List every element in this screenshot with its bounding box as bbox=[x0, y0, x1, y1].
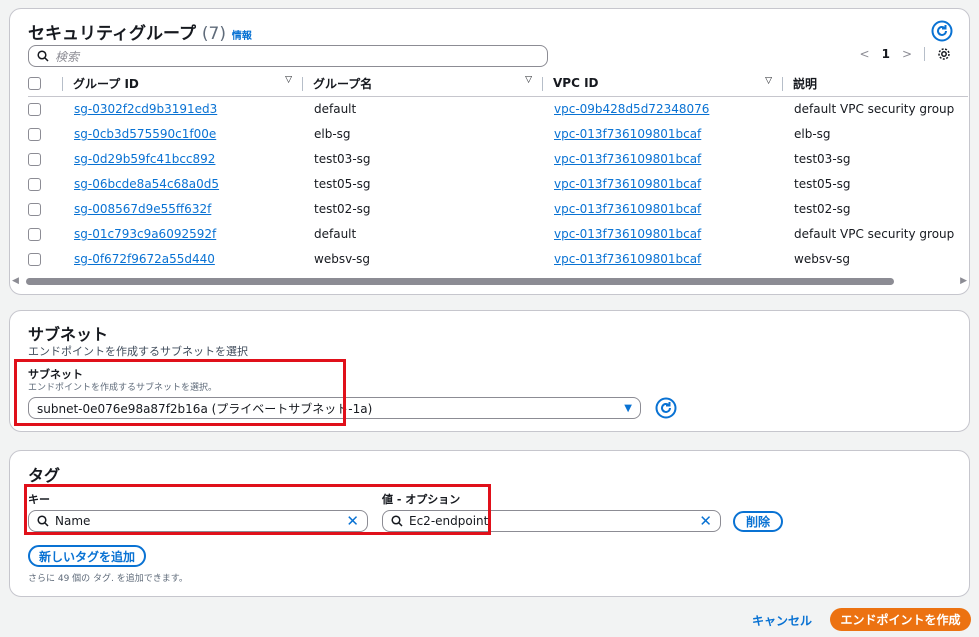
caret-down-icon: ▼ bbox=[624, 402, 632, 414]
column-label-group-name: グループ名 bbox=[313, 76, 373, 91]
group-name-cell: test02-sg bbox=[314, 201, 371, 216]
security-group-table: グループ ID ▽ グループ名 ▽ VPC ID ▽ 説明 sg-0302f2cd9b… bbox=[28, 71, 968, 271]
current-page[interactable]: 1 bbox=[882, 47, 890, 61]
divider bbox=[924, 47, 925, 61]
next-page-icon[interactable]: > bbox=[902, 47, 912, 61]
column-divider bbox=[302, 77, 303, 92]
row-checkbox[interactable] bbox=[28, 252, 41, 266]
description-cell: elb-sg bbox=[794, 126, 831, 141]
group-id-link[interactable]: sg-0cb3d575590c1f00e bbox=[74, 127, 216, 141]
vpc-id-link[interactable]: vpc-013f736109801bcaf bbox=[554, 127, 701, 141]
row-checkbox[interactable] bbox=[28, 227, 41, 241]
horizontal-scrollbar[interactable]: ◀ ▶ bbox=[12, 275, 967, 287]
sort-icon[interactable]: ▽ bbox=[765, 76, 772, 86]
group-name-cell: default bbox=[314, 226, 357, 241]
clear-icon[interactable]: ✕ bbox=[699, 512, 712, 530]
group-name-cell: websv-sg bbox=[314, 251, 371, 266]
table-row[interactable]: sg-06bcde8a54c68a0d5 test05-sg vpc-013f736… bbox=[28, 171, 968, 196]
security-group-panel: セキュリティグループ (7) 情報 検索 < 1 > グループ ID ▽ グループ… bbox=[9, 8, 970, 295]
group-name-cell: elb-sg bbox=[314, 126, 351, 141]
column-header-group-name[interactable]: グループ名 ▽ bbox=[302, 71, 542, 96]
sort-icon[interactable]: ▽ bbox=[285, 75, 292, 85]
group-name-cell: test05-sg bbox=[314, 176, 371, 191]
table-row[interactable]: sg-0f672f9672a55d440 websv-sg vpc-013f7361… bbox=[28, 246, 968, 271]
vpc-id-link[interactable]: vpc-013f736109801bcaf bbox=[554, 227, 701, 241]
group-id-link[interactable]: sg-0302f2cd9b3191ed3 bbox=[74, 102, 217, 116]
table-row[interactable]: sg-0d29b59fc41bcc892 test03-sg vpc-013f736… bbox=[28, 146, 968, 171]
sort-icon[interactable]: ▽ bbox=[525, 75, 532, 85]
group-name-cell: default bbox=[314, 101, 357, 116]
security-group-count: (7) bbox=[201, 24, 226, 44]
search-placeholder: 検索 bbox=[55, 49, 80, 64]
subnet-title: サブネット bbox=[28, 325, 109, 344]
highlight-box-tags bbox=[24, 484, 491, 535]
tag-title: タグ bbox=[28, 466, 61, 485]
row-checkbox[interactable] bbox=[28, 152, 41, 166]
info-link[interactable]: 情報 bbox=[232, 31, 252, 42]
group-id-link[interactable]: sg-008567d9e55ff632f bbox=[74, 202, 211, 216]
row-checkbox[interactable] bbox=[28, 177, 41, 191]
column-label-group-id: グループ ID bbox=[73, 76, 139, 91]
column-header-group-id[interactable]: グループ ID ▽ bbox=[62, 71, 302, 96]
group-id-link[interactable]: sg-01c793c9a6092592f bbox=[74, 227, 216, 241]
column-divider bbox=[782, 77, 783, 92]
subnet-description: エンドポイントを作成するサブネットを選択 bbox=[28, 345, 248, 358]
scrollbar-thumb[interactable] bbox=[26, 278, 894, 285]
column-label-description: 説明 bbox=[793, 76, 818, 91]
table-row[interactable]: sg-008567d9e55ff632f test02-sg vpc-013f736… bbox=[28, 196, 968, 221]
create-endpoint-button[interactable]: エンドポイントを作成 bbox=[830, 608, 971, 631]
cancel-button[interactable]: キャンセル bbox=[752, 612, 812, 629]
column-header-vpc-id[interactable]: VPC ID ▽ bbox=[542, 71, 782, 96]
subnet-refresh-button[interactable] bbox=[655, 397, 677, 419]
column-label-vpc-id: VPC ID bbox=[553, 76, 599, 90]
column-header-description[interactable]: 説明 bbox=[782, 71, 968, 96]
table-header-row: グループ ID ▽ グループ名 ▽ VPC ID ▽ 説明 bbox=[28, 71, 968, 96]
prev-page-icon[interactable]: < bbox=[860, 47, 870, 61]
refresh-icon bbox=[931, 20, 953, 42]
description-cell: default VPC security group bbox=[794, 226, 955, 241]
group-id-link[interactable]: sg-0d29b59fc41bcc892 bbox=[74, 152, 215, 166]
search-icon bbox=[37, 50, 49, 62]
description-cell: test02-sg bbox=[794, 201, 851, 216]
refresh-icon bbox=[655, 397, 677, 419]
description-cell: default VPC security group bbox=[794, 101, 955, 116]
security-group-title: セキュリティグループ bbox=[28, 24, 196, 44]
select-all-checkbox[interactable] bbox=[28, 77, 41, 91]
vpc-id-link[interactable]: vpc-013f736109801bcaf bbox=[554, 152, 701, 166]
add-tag-button[interactable]: 新しいタグを追加 bbox=[28, 545, 146, 567]
vpc-id-link[interactable]: vpc-09b428d5d72348076 bbox=[554, 102, 709, 116]
column-divider bbox=[542, 76, 543, 91]
table-row[interactable]: sg-0302f2cd9b3191ed3 default vpc-09b428d5d… bbox=[28, 96, 968, 121]
column-divider bbox=[62, 77, 63, 92]
remove-tag-button[interactable]: 削除 bbox=[733, 511, 783, 532]
security-group-title-wrap: セキュリティグループ (7) 情報 bbox=[28, 19, 252, 44]
scroll-left-icon[interactable]: ◀ bbox=[12, 276, 19, 286]
description-cell: test05-sg bbox=[794, 176, 851, 191]
row-checkbox[interactable] bbox=[28, 102, 41, 116]
group-name-cell: test03-sg bbox=[314, 151, 371, 166]
table-row[interactable]: sg-0cb3d575590c1f00e elb-sg vpc-013f736109… bbox=[28, 121, 968, 146]
description-cell: websv-sg bbox=[794, 251, 851, 266]
settings-gear-icon[interactable] bbox=[937, 47, 951, 61]
vpc-id-link[interactable]: vpc-013f736109801bcaf bbox=[554, 252, 701, 266]
tag-hint: さらに 49 個の タグ. を追加できます。 bbox=[28, 574, 188, 584]
scroll-right-icon[interactable]: ▶ bbox=[960, 276, 967, 286]
vpc-id-link[interactable]: vpc-013f736109801bcaf bbox=[554, 202, 701, 216]
vpc-id-link[interactable]: vpc-013f736109801bcaf bbox=[554, 177, 701, 191]
group-id-link[interactable]: sg-0f672f9672a55d440 bbox=[74, 252, 215, 266]
table-row[interactable]: sg-01c793c9a6092592f default vpc-013f73610… bbox=[28, 221, 968, 246]
pagination: < 1 > bbox=[860, 47, 951, 61]
search-input[interactable]: 検索 bbox=[28, 45, 548, 67]
row-checkbox[interactable] bbox=[28, 127, 41, 141]
highlight-box-subnet bbox=[14, 359, 346, 426]
row-checkbox[interactable] bbox=[28, 202, 41, 216]
refresh-button[interactable] bbox=[931, 20, 953, 42]
group-id-link[interactable]: sg-06bcde8a54c68a0d5 bbox=[74, 177, 219, 191]
description-cell: test03-sg bbox=[794, 151, 851, 166]
